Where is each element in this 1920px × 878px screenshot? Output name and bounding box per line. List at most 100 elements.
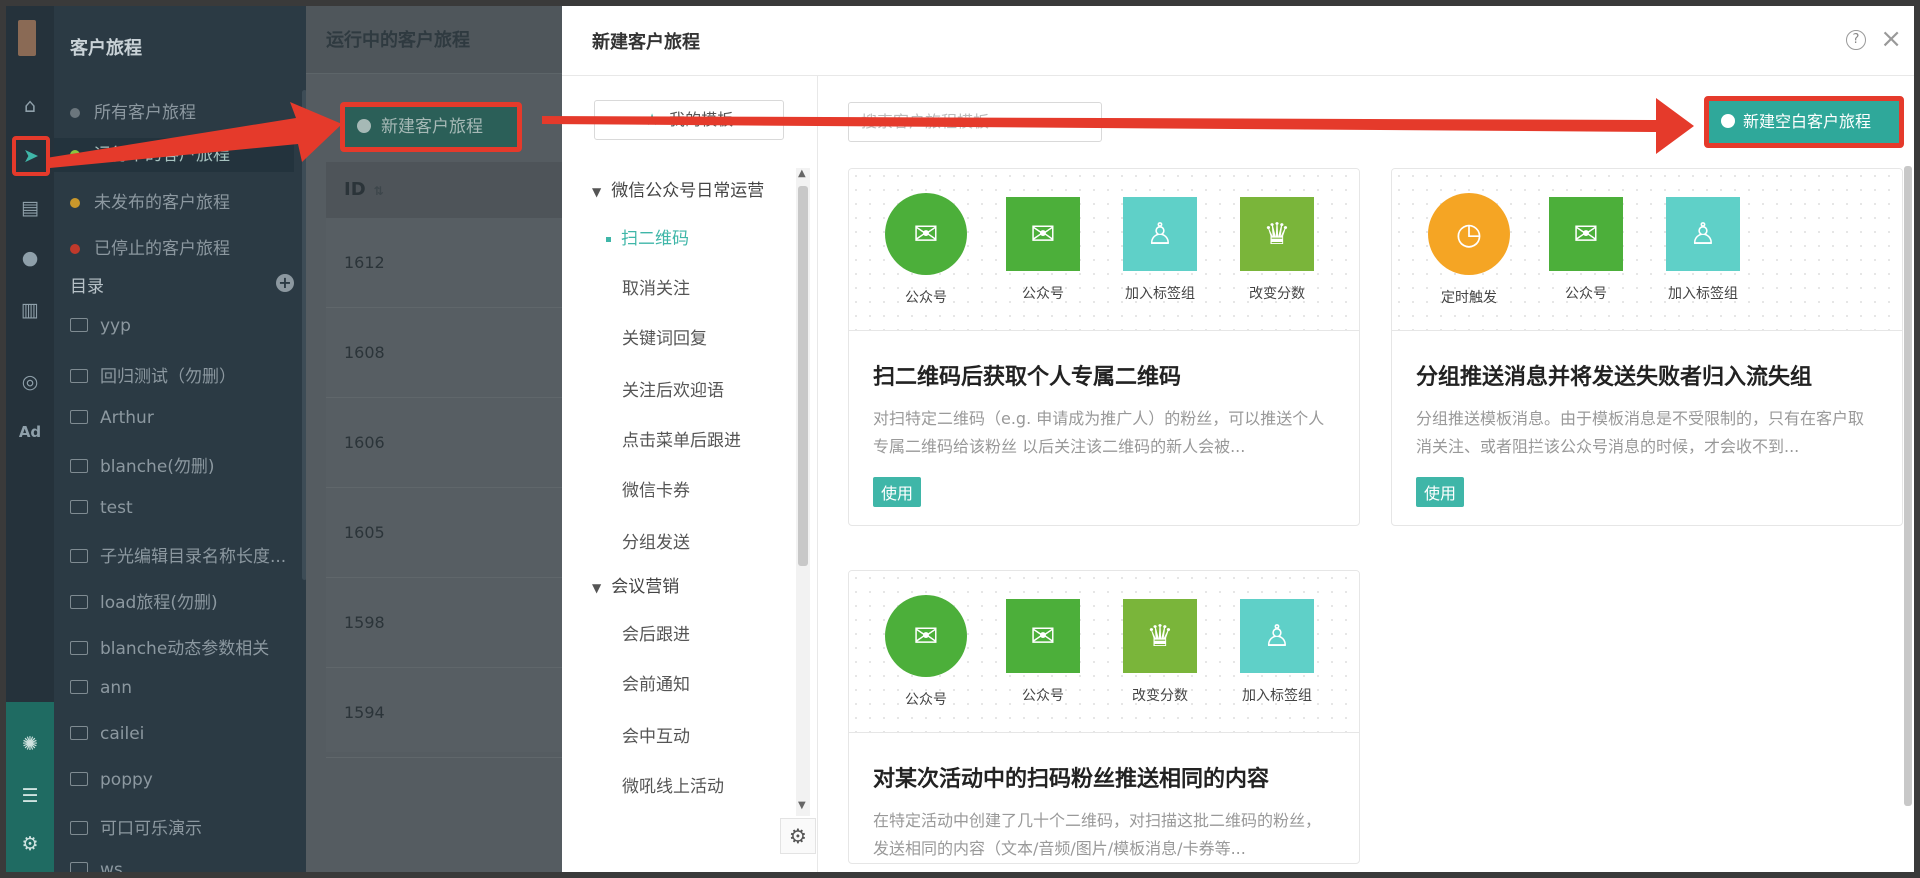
sort-icon[interactable]: ⇅ (374, 184, 384, 198)
scroll-up-icon[interactable]: ▲ (798, 168, 806, 179)
folder-item[interactable]: yyp (70, 316, 302, 336)
folder-icon (70, 369, 88, 383)
category-item[interactable]: 会前通知 (622, 670, 690, 695)
card-title: 对某次活动中的扫码粉丝推送相同的内容 (873, 767, 1270, 792)
app-frame: ⌂ ➤ ▤ ● ▥ ◎ Ad ✺ ☰ ⚙ 客户旅程 所有客户旅程 运行中的客户旅… (0, 0, 1920, 878)
ad-icon[interactable]: Ad (18, 420, 42, 444)
row-id: 1605 (344, 523, 385, 542)
column-header-id[interactable]: ID ⇅ (326, 162, 562, 218)
node-label: 公众号 (1565, 286, 1607, 302)
scroll-thumb[interactable] (1904, 166, 1912, 806)
category-item[interactable]: 微吼线上活动 (622, 772, 724, 797)
category-item-scan-qr[interactable]: 扫二维码 (606, 224, 689, 249)
template-card[interactable]: ✉ 公众号 ✉ 公众号 ♛ 改变分数 ♙ 加入标签组 对某次活动中的扫码粉丝推送相同的内… (848, 570, 1360, 864)
settings-icon[interactable]: ⚙ (18, 832, 42, 856)
send-icon[interactable]: ➤ (12, 136, 50, 176)
category-item[interactable]: 关键词回复 (622, 324, 707, 349)
category-scrollbar[interactable]: ▲ ▼ (796, 168, 810, 816)
folder-icon (70, 459, 88, 473)
content-scrollbar[interactable] (1902, 152, 1914, 872)
close-icon[interactable]: × (1880, 24, 1902, 54)
category-item[interactable]: 取消关注 (622, 274, 690, 299)
new-blank-journey-button[interactable]: 新建空白客户旅程 (1704, 96, 1904, 148)
use-template-button[interactable]: 使用 (873, 477, 922, 507)
home-icon[interactable]: ⌂ (18, 94, 42, 118)
sidebar-item-all[interactable]: 所有客户旅程 (70, 98, 196, 123)
wechat-icon[interactable]: ◎ (18, 370, 42, 394)
category-item[interactable]: 点击菜单后跟进 (622, 426, 741, 451)
table-row[interactable]: 1612 (326, 218, 562, 308)
node-label: 公众号 (1022, 286, 1064, 302)
button-label: 新建客户旅程 (381, 117, 483, 137)
folder-item[interactable]: blanche动态参数相关 (70, 634, 302, 659)
folder-item[interactable]: poppy (70, 770, 302, 790)
node-label: 加入标签组 (1125, 286, 1195, 302)
page-title: 运行中的客户旅程 (326, 30, 470, 51)
folder-item[interactable]: ws (70, 860, 302, 872)
category-item[interactable]: 分组发送 (622, 528, 690, 553)
new-journey-button[interactable]: 新建客户旅程 (340, 102, 522, 152)
folder-item[interactable]: Arthur (70, 408, 302, 428)
category-group-meeting[interactable]: ▼ 会议营销 (592, 572, 679, 597)
folder-item[interactable]: load旅程(勿删) (70, 588, 302, 613)
template-card[interactable]: ◷ 定时触发 ✉ 公众号 ♙ 加入标签组 分组推送消息并将发送失败者归入流失组 分组推… (1391, 168, 1903, 526)
wechat-icon: ✉ (885, 193, 967, 275)
gear-icon[interactable]: ⚙ (780, 818, 816, 854)
template-search-input[interactable]: 搜索客户旅程模板 ⌕ (848, 102, 1102, 142)
table-row[interactable]: 1594 (326, 668, 562, 758)
flow-node: ✉ 公众号 (998, 599, 1088, 705)
chart-icon[interactable]: ▥ (18, 298, 42, 322)
folder-icon (70, 772, 88, 786)
card-title: 扫二维码后获取个人专属二维码 (873, 365, 1182, 390)
search-placeholder: 搜索客户旅程模板 (861, 112, 990, 131)
logo (18, 20, 36, 56)
network-icon[interactable]: ✺ (18, 732, 42, 756)
use-template-button[interactable]: 使用 (1416, 477, 1465, 507)
status-dot (70, 150, 80, 160)
sidebar-item-unpublished[interactable]: 未发布的客户旅程 (70, 188, 230, 213)
server-icon[interactable]: ☰ (18, 784, 42, 808)
flow-preview: ✉ 公众号 ✉ 公众号 ♛ 改变分数 ♙ 加入标签组 (849, 571, 1359, 733)
sidebar-item-running[interactable]: 运行中的客户旅程 (54, 138, 294, 172)
row-id: 1612 (344, 253, 385, 272)
flow-preview: ✉ 公众号 ✉ 公众号 ♙ 加入标签组 ♛ 改变分数 (849, 169, 1359, 331)
search-icon[interactable]: ⌕ (1082, 103, 1091, 141)
folder-item[interactable]: 子光编辑目录名称长度... (70, 542, 302, 567)
my-templates-button[interactable]: ★ 我的模板 (594, 100, 784, 140)
node-label: 公众号 (1022, 688, 1064, 704)
table-row[interactable]: 1605 (326, 488, 562, 578)
folder-label: poppy (100, 770, 153, 790)
flow-node: ♛ 改变分数 (1232, 197, 1322, 303)
folder-item[interactable]: 回归测试（勿删） (70, 362, 302, 387)
sidebar-item-stopped[interactable]: 已停止的客户旅程 (70, 234, 230, 259)
add-folder-button[interactable]: + (276, 274, 294, 292)
table-row[interactable]: 1606 (326, 398, 562, 488)
folder-item[interactable]: cailei (70, 724, 302, 744)
category-item[interactable]: 关注后欢迎语 (622, 376, 724, 401)
folder-item[interactable]: ann (70, 678, 302, 698)
status-dot (70, 198, 80, 208)
category-item[interactable]: 会后跟进 (622, 620, 690, 645)
card-description: 在特定活动中创建了几十个二维码，对扫描这批二维码的粉丝，发送相同的内容（文本/音… (873, 811, 1322, 858)
scroll-down-icon[interactable]: ▼ (798, 800, 806, 811)
node-label: 定时触发 (1441, 290, 1497, 306)
flow-node: ✉ 公众号 (881, 595, 971, 709)
folder-label: yyp (100, 316, 131, 336)
sidebar-item-label: 所有客户旅程 (94, 103, 196, 123)
scroll-thumb[interactable] (798, 186, 808, 566)
folder-item[interactable]: test (70, 498, 302, 518)
category-item[interactable]: 微信卡券 (622, 476, 690, 501)
flow-node: ✉ 公众号 (1541, 197, 1631, 303)
folder-item[interactable]: 可口可乐演示 (70, 814, 302, 839)
template-card[interactable]: ✉ 公众号 ✉ 公众号 ♙ 加入标签组 ♛ 改变分数 扫二维码后获取个人专属二维码 对扫… (848, 168, 1360, 526)
user-icon[interactable]: ● (18, 246, 42, 270)
folder-label: blanche(勿删) (100, 457, 215, 477)
folder-item[interactable]: blanche(勿删) (70, 452, 302, 477)
category-group-wechat[interactable]: ▼ 微信公众号日常运营 (592, 176, 764, 201)
table-row[interactable]: 1598 (326, 578, 562, 668)
layout-icon[interactable]: ▤ (18, 196, 42, 220)
folder-icon (70, 318, 88, 332)
table-row[interactable]: 1608 (326, 308, 562, 398)
help-icon[interactable]: ? (1846, 30, 1866, 50)
category-item[interactable]: 会中互动 (622, 722, 690, 747)
